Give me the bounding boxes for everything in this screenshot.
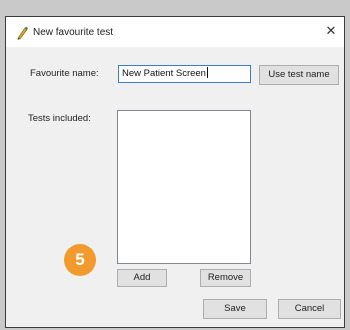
text-caret bbox=[206, 67, 208, 78]
step-badge: 5 bbox=[64, 244, 96, 276]
new-favourite-test-dialog: New favourite test ✕ Favourite name: New… bbox=[5, 16, 345, 328]
remove-button[interactable]: Remove bbox=[200, 269, 251, 287]
close-button[interactable]: ✕ bbox=[322, 23, 340, 41]
title-bar: New favourite test ✕ bbox=[6, 17, 344, 47]
favourite-name-label: Favourite name: bbox=[30, 68, 99, 79]
tests-included-list[interactable] bbox=[117, 110, 251, 264]
background-strip bbox=[0, 0, 350, 16]
cancel-button[interactable]: Cancel bbox=[278, 299, 341, 319]
favourite-name-value: New Patient Screen bbox=[122, 68, 206, 79]
close-icon: ✕ bbox=[325, 24, 337, 39]
add-button[interactable]: Add bbox=[117, 269, 167, 287]
tests-included-label: Tests included: bbox=[28, 113, 91, 124]
save-button[interactable]: Save bbox=[203, 299, 267, 319]
pencil-icon bbox=[15, 26, 29, 40]
favourite-name-input[interactable]: New Patient Screen bbox=[118, 65, 251, 83]
use-test-name-button[interactable]: Use test name bbox=[259, 65, 339, 85]
dialog-title: New favourite test bbox=[33, 27, 114, 38]
